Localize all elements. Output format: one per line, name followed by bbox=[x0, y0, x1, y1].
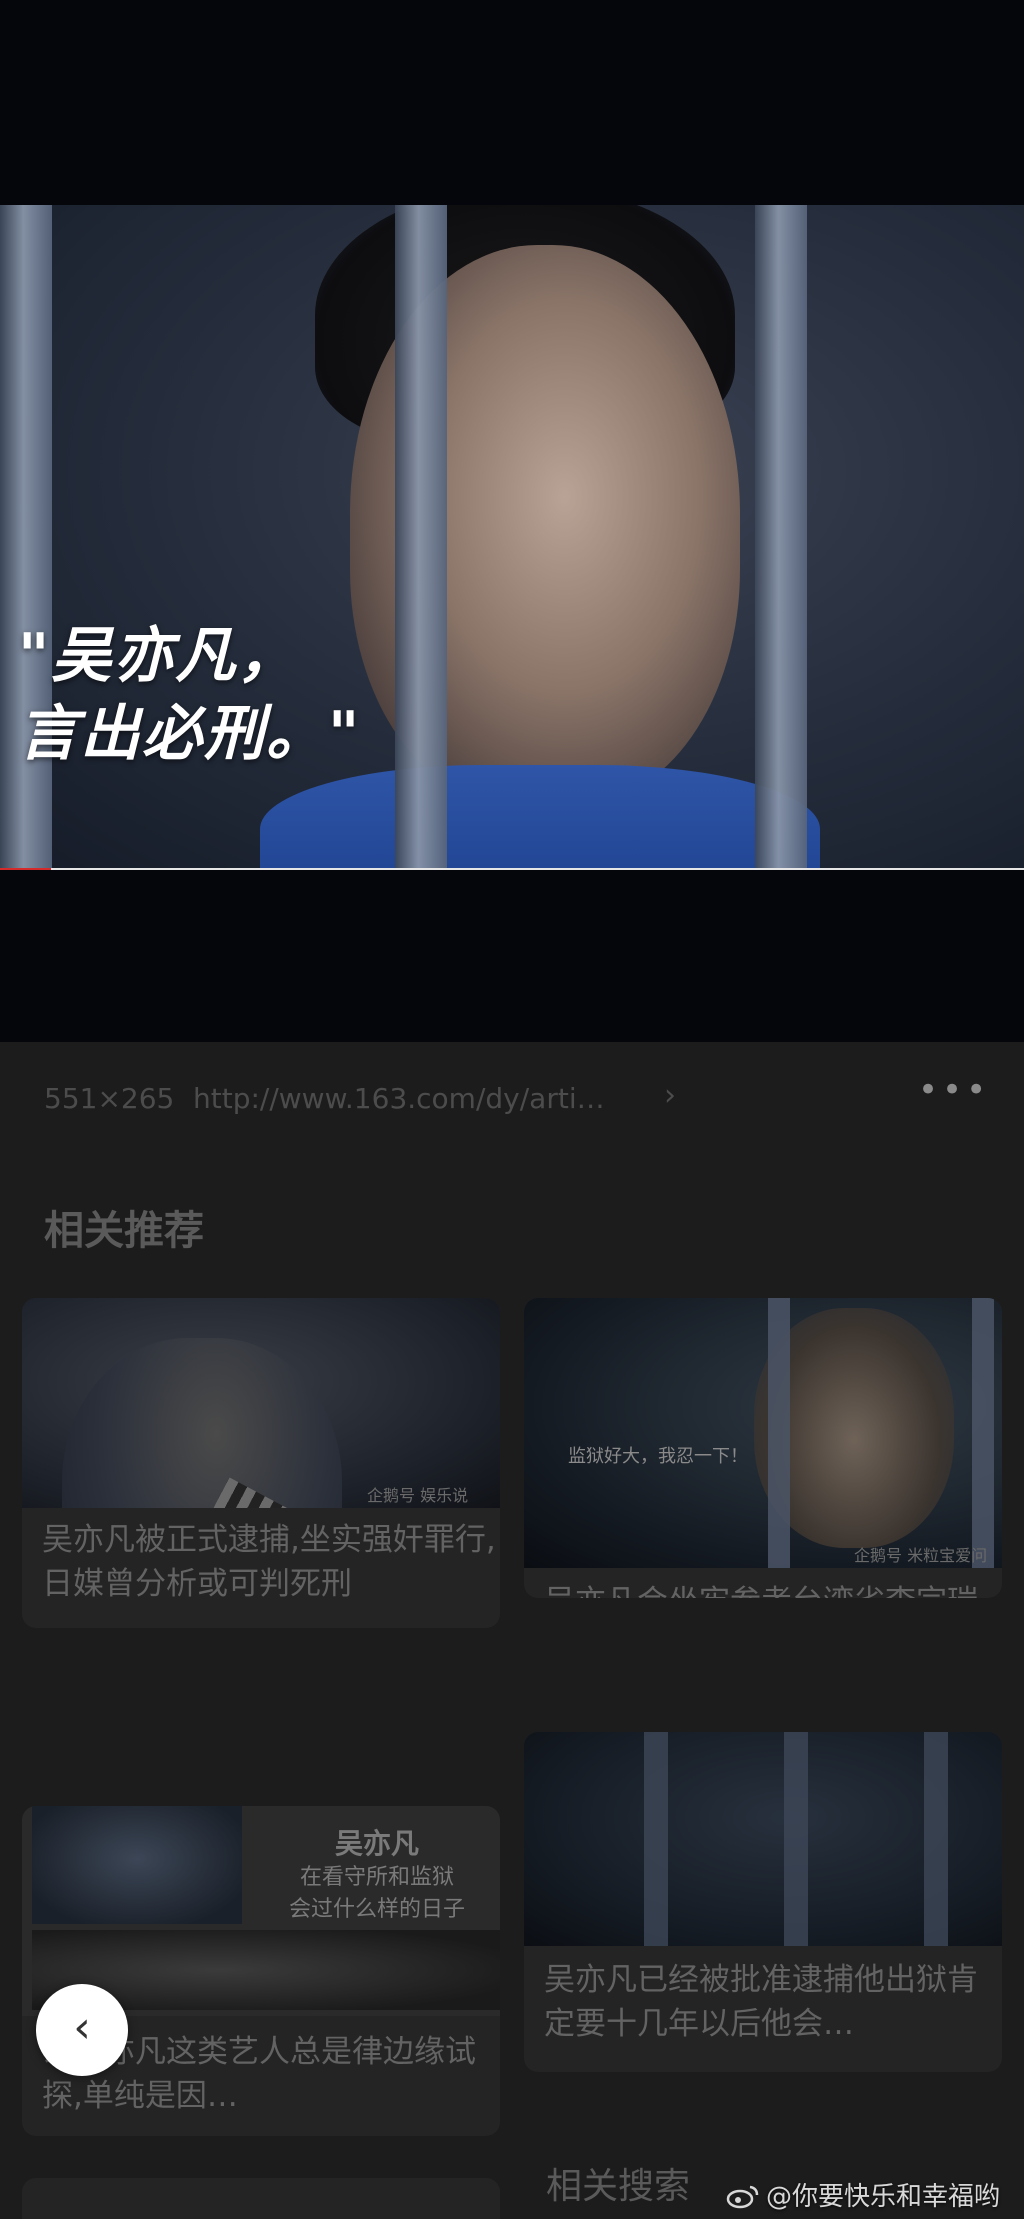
back-button[interactable]: ‹ bbox=[36, 1984, 128, 2076]
related-card-thumbnail: 监狱好大，我忍一下！ 企鹅号 米粒宝爱问 bbox=[524, 1298, 1002, 1568]
related-card[interactable]: 吴亦凡 在看守所和监狱 会过什么样的日子 么吴亦凡这类艺人总是律边缘试探,单纯是… bbox=[22, 1806, 500, 2136]
weibo-handle: @你要快乐和幸福哟 bbox=[766, 2182, 1001, 2212]
related-card[interactable] bbox=[22, 2178, 500, 2219]
prison-bar bbox=[784, 1732, 808, 1946]
chevron-left-icon: ‹ bbox=[73, 2002, 91, 2053]
image-meta-row: 551×265 http://www.163.com/dy/arti… › ••… bbox=[0, 1042, 1024, 1154]
related-search-title: 相关搜索 bbox=[546, 2166, 691, 2207]
hero-quote: "吴亦凡， 言出必刑。" bbox=[18, 617, 361, 773]
source-url-link[interactable]: http://www.163.com/dy/arti… bbox=[193, 1082, 605, 1115]
thumbnail-subtitle: 会过什么样的日子 bbox=[288, 1897, 465, 1922]
related-card-caption: 吴亦凡被正式逮捕,坐实强奸罪行,日媒曾分析或可判死刑 bbox=[42, 1522, 496, 1602]
thumbnail-subtitle: 监狱好大，我忍一下！ bbox=[568, 1446, 748, 1467]
related-card-thumbnail: 企鹅号 娱乐说 bbox=[22, 1298, 500, 1508]
hero-quote-line2: 言出必刑。" bbox=[18, 699, 362, 769]
thumbnail-title-block: 吴亦凡 在看守所和监狱 会过什么样的日子 bbox=[262, 1822, 492, 1926]
thumbnail-figure bbox=[62, 1338, 342, 1508]
related-recommend-title: 相关推荐 bbox=[44, 1208, 204, 1254]
page-content: 551×265 http://www.163.com/dy/arti… › ••… bbox=[0, 1042, 1024, 2219]
prison-bar bbox=[972, 1298, 994, 1568]
related-card[interactable]: 企鹅号 娱乐说 吴亦凡被正式逮捕,坐实强奸罪行,日媒曾分析或可判死刑 bbox=[22, 1298, 500, 1628]
viewer-top-area bbox=[0, 0, 1024, 205]
hero-image[interactable]: "吴亦凡， 言出必刑。" bbox=[0, 205, 1024, 870]
related-card-thumbnail: 吴亦凡 在看守所和监狱 会过什么样的日子 bbox=[22, 1806, 500, 2016]
thumbnail-subtitle: 在看守所和监狱 bbox=[299, 1865, 454, 1890]
hero-shirt bbox=[260, 765, 820, 870]
weibo-watermark: @你要快乐和幸福哟 bbox=[726, 2176, 1000, 2213]
thumbnail-watermark: 企鹅号 娱乐说 bbox=[367, 1486, 469, 1505]
related-card-thumbnail bbox=[524, 1732, 1002, 1946]
prison-bar bbox=[755, 205, 807, 870]
image-size-label: 551×265 bbox=[44, 1082, 175, 1115]
prison-bar bbox=[924, 1732, 948, 1946]
prison-bar bbox=[768, 1298, 790, 1568]
related-card[interactable]: 监狱好大，我忍一下！ 企鹅号 米粒宝爱问 吴亦凡会坐牢参考台湾省李宗瑞侵害60名… bbox=[524, 1298, 1002, 1598]
chevron-right-icon[interactable]: › bbox=[664, 1078, 676, 1113]
prison-bar bbox=[395, 205, 447, 870]
weibo-icon bbox=[726, 2185, 759, 2209]
thumbnail-title: 吴亦凡 bbox=[334, 1827, 419, 1860]
prison-bar bbox=[644, 1732, 668, 1946]
related-card[interactable]: 吴亦凡已经被批准逮捕他出狱肯定要十几年以后他会… bbox=[524, 1732, 1002, 2072]
related-card-caption: 吴亦凡已经被批准逮捕他出狱肯定要十几年以后他会… bbox=[544, 1962, 978, 2042]
more-options-icon[interactable]: ••• bbox=[918, 1070, 990, 1110]
viewer-bottom-area bbox=[0, 870, 1024, 1042]
hero-quote-line1: "吴亦凡， bbox=[18, 621, 300, 691]
thumbnail-watermark: 企鹅号 米粒宝爱问 bbox=[854, 1546, 988, 1565]
related-card-caption: 吴亦凡会坐牢参考台湾省李宗瑞侵害60名女星被判刑2… bbox=[544, 1580, 984, 1598]
thumbnail-image bbox=[32, 1806, 242, 1924]
